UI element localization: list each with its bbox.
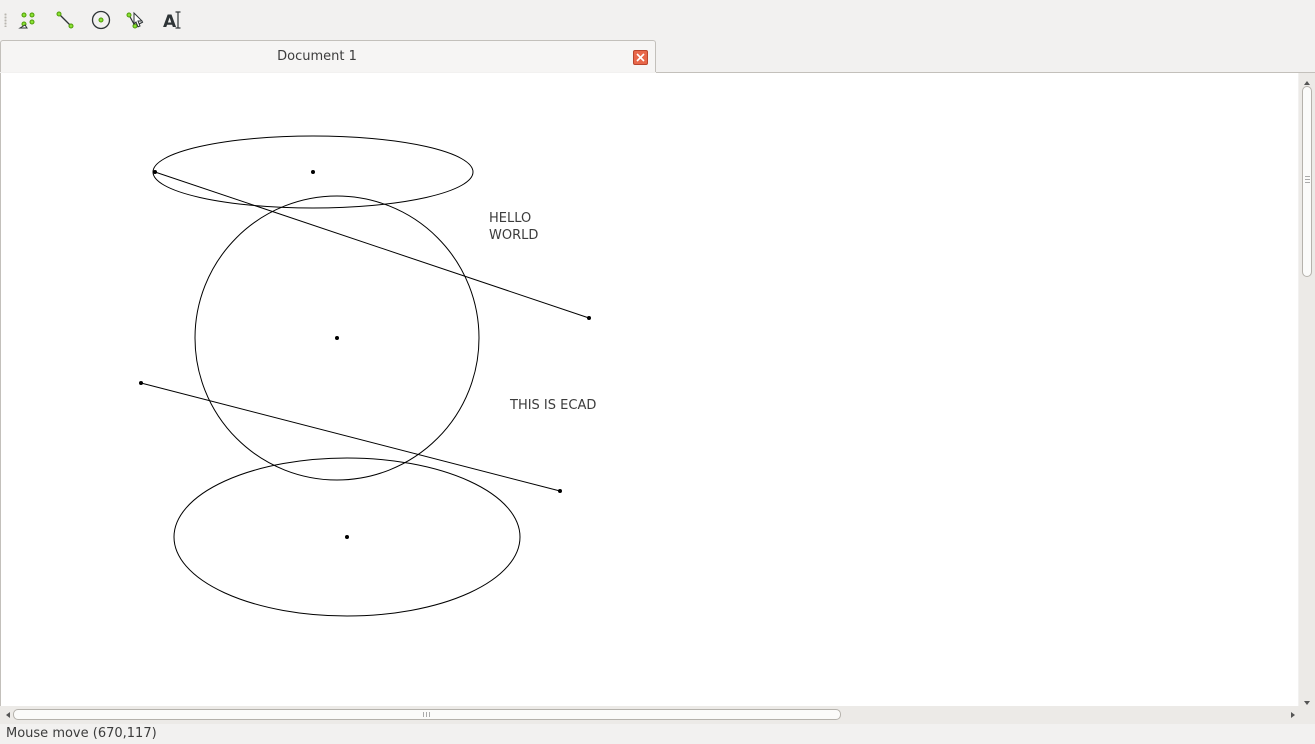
text-tool-button[interactable]: A (158, 6, 186, 34)
text-tool-glyph: A (163, 12, 177, 30)
text-world[interactable]: WORLD (489, 228, 538, 243)
scroll-right-arrow[interactable] (1287, 706, 1299, 724)
text-this-is-ecad[interactable]: THIS IS ECAD (509, 398, 596, 413)
text-icon: A (163, 11, 181, 30)
select-arrow-icon (126, 11, 144, 29)
vertical-scroll-thumb[interactable] (1302, 86, 1312, 277)
ellipse-top-center-point[interactable] (311, 170, 315, 174)
line-upper[interactable] (154, 171, 590, 319)
line-lower-end-point[interactable] (558, 489, 562, 493)
chevron-right-icon (1291, 712, 1295, 718)
tab-close-button[interactable] (633, 50, 648, 65)
line-upper-start-point[interactable] (153, 170, 157, 174)
line-lower-start-point[interactable] (139, 381, 143, 385)
line-upper-end-point[interactable] (587, 316, 591, 320)
line-tool-button[interactable] (51, 6, 79, 34)
ellipse-bottom-center-point[interactable] (345, 535, 349, 539)
circle-icon (91, 10, 111, 30)
thumb-grip (1305, 175, 1310, 183)
drawing-canvas[interactable]: HELLO WORLD THIS IS ECAD (0, 73, 1298, 706)
vertical-scrollbar[interactable] (1299, 73, 1315, 706)
horizontal-scrollbar[interactable] (0, 706, 1299, 724)
points-icon (18, 12, 35, 29)
line-lower[interactable] (140, 382, 561, 492)
drawing-area[interactable]: HELLO WORLD THIS IS ECAD (1, 73, 1298, 706)
select-tool-button[interactable] (122, 6, 150, 34)
scroll-down-arrow[interactable] (1299, 694, 1315, 706)
tab-bar: Document 1 (0, 40, 1315, 73)
scrollbar-corner (1299, 706, 1315, 724)
line-icon (56, 11, 74, 29)
tab-document-1[interactable]: Document 1 (0, 40, 656, 72)
tab-title: Document 1 (277, 49, 357, 64)
toolbar-grip[interactable] (4, 13, 7, 27)
circle-center-point[interactable] (335, 336, 339, 340)
scroll-up-arrow[interactable] (1299, 74, 1315, 86)
toolbar: A (0, 0, 1315, 40)
horizontal-scroll-thumb[interactable] (13, 709, 841, 720)
close-icon (636, 53, 645, 62)
status-bar: Mouse move (670,117) (0, 724, 1315, 744)
thumb-grip (423, 712, 431, 717)
text-hello[interactable]: HELLO (489, 211, 531, 226)
points-tool-button[interactable] (14, 6, 42, 34)
status-message: Mouse move (670,117) (6, 726, 157, 741)
circle-tool-button[interactable] (87, 6, 115, 34)
